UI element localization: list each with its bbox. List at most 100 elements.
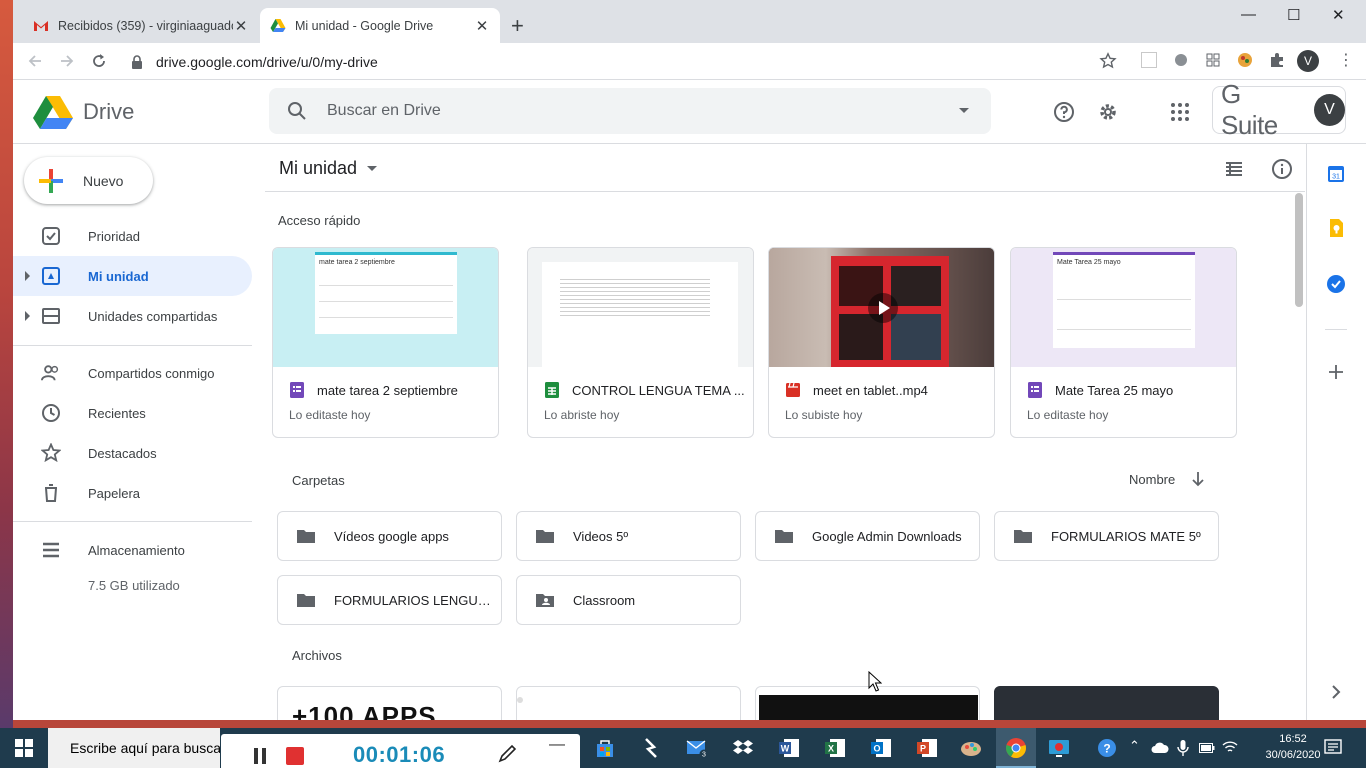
chevron-right-icon[interactable] [1326,682,1346,702]
folder-item[interactable]: Vídeos google apps [277,511,502,561]
close-tab-icon[interactable]: ✕ [233,17,249,35]
search-icon[interactable] [287,101,307,121]
excel-icon[interactable]: X [824,737,846,759]
forward-icon[interactable] [57,52,77,72]
help-icon[interactable] [1053,101,1075,123]
quick-access-card[interactable]: mate tarea 2 septiembre mate tarea 2 sep… [272,247,499,438]
extension-icon[interactable] [1141,52,1157,68]
word-icon[interactable]: W [778,737,800,759]
powerpoint-icon[interactable]: P [916,737,938,759]
nav-shared-drives[interactable]: Unidades compartidas [13,296,252,336]
battery-icon[interactable] [1199,743,1215,753]
paint-icon[interactable] [960,737,982,759]
close-window-icon[interactable]: ✕ [1332,6,1345,24]
gsuite-account-button[interactable]: G Suite V [1212,79,1346,140]
stop-record-icon[interactable] [286,747,304,765]
priority-icon [42,227,60,245]
expand-icon[interactable] [25,271,30,281]
cloud-icon[interactable] [1151,742,1169,754]
chrome-taskbar-button[interactable] [996,728,1036,768]
nav-shared-with-me[interactable]: Compartidos conmigo [13,353,252,393]
file-activity: Lo editaste hoy [289,408,371,422]
folder-item[interactable]: Google Admin Downloads [755,511,980,561]
keep-icon[interactable] [1326,218,1346,238]
file-name: meet en tablet..mp4 [813,382,928,398]
scrollbar[interactable] [1295,193,1303,307]
reload-icon[interactable] [89,52,109,72]
nav-label: Papelera [88,485,141,501]
account-avatar[interactable]: V [1313,94,1345,126]
maximize-icon[interactable]: ☐ [1287,6,1300,24]
list-view-icon[interactable] [1223,158,1245,180]
extension-icon[interactable] [1173,52,1189,68]
nav-storage[interactable]: Almacenamiento [13,530,252,570]
pen-icon[interactable] [497,744,517,764]
microphone-icon[interactable] [1177,739,1189,757]
minimize-recorder-icon[interactable]: — [549,736,565,754]
address-bar[interactable]: drive.google.com/drive/u/0/my-drive [121,47,1121,76]
search-input[interactable] [327,102,927,120]
play-icon[interactable] [867,292,899,324]
arrow-down-icon[interactable] [1191,471,1205,487]
dropbox-icon[interactable] [732,737,754,759]
new-tab-button[interactable]: + [511,13,524,39]
nav-my-drive[interactable]: Mi unidad [13,256,252,296]
info-icon[interactable] [1271,158,1293,180]
nav-trash[interactable]: Papelera [13,473,252,513]
drive-logo[interactable]: Drive [33,95,134,129]
outlook-icon[interactable]: O [870,737,892,759]
nav-priority[interactable]: Prioridad [13,216,252,256]
gear-icon[interactable] [1097,101,1119,123]
add-addon-icon[interactable] [1326,362,1346,382]
back-icon[interactable] [25,52,45,72]
extension-icon[interactable] [1237,52,1253,68]
taskbar-search[interactable]: Escribe aquí para buscar [48,728,220,768]
extension-grid-icon[interactable] [1205,52,1221,68]
new-button[interactable]: Nuevo [24,157,153,204]
folder-item[interactable]: FORMULARIOS LENGUA ... [277,575,502,625]
tab-gmail[interactable]: Recibidos (359) - virginiaaguado@ ✕ [23,8,259,43]
file-thumbnail: mate tarea 2 septiembre [273,248,498,367]
screen-recorder-icon[interactable] [1048,737,1070,759]
quick-access-card[interactable]: meet en tablet..mp4 Lo subiste hoy [768,247,995,438]
search-box[interactable] [269,88,991,134]
file-card[interactable]: +100 APPS [277,686,502,720]
calendar-icon[interactable]: 31 [1326,164,1346,184]
apps-grid-icon[interactable] [1169,101,1191,123]
mail-icon[interactable]: 3 [686,737,708,759]
help-tray-icon[interactable]: ? [1097,738,1117,758]
bookmark-star-icon[interactable] [1099,52,1117,70]
file-card[interactable] [994,686,1219,720]
plus-icon [39,168,63,193]
nav-recent[interactable]: Recientes [13,393,252,433]
minimize-icon[interactable]: — [1241,6,1256,23]
puzzle-icon[interactable] [1269,52,1285,68]
profile-avatar[interactable]: V [1297,50,1319,72]
breadcrumb[interactable]: Mi unidad [279,158,378,179]
quick-access-card[interactable]: CONTROL LENGUA TEMA ... Lo abriste hoy [527,247,754,438]
folder-item[interactable]: Classroom [516,575,741,625]
tab-drive[interactable]: Mi unidad - Google Drive ✕ [260,8,500,43]
file-card[interactable] [516,686,741,720]
windows-start-icon[interactable] [15,739,33,757]
expand-icon[interactable] [25,311,30,321]
sort-control[interactable]: Nombre [1129,471,1205,487]
pause-icon[interactable] [254,748,258,764]
system-clock[interactable]: 16:52 30/06/2020 [1265,731,1321,763]
tasks-icon[interactable] [1326,274,1346,294]
chevron-up-icon[interactable]: ⌃ [1129,738,1140,754]
close-tab-icon[interactable]: ✕ [474,17,490,35]
recording-timer: 00:01:06 [353,742,446,767]
folder-item[interactable]: FORMULARIOS MATE 5º [994,511,1219,561]
quick-access-card[interactable]: Mate Tarea 25 mayo Mate Tarea 25 mayo Lo… [1010,247,1237,438]
folder-icon [536,530,554,543]
nav-starred[interactable]: Destacados [13,433,252,473]
notifications-icon[interactable] [1324,738,1342,756]
app-icon[interactable] [640,737,662,759]
browser-menu-icon[interactable]: ⋮ [1338,50,1354,70]
wifi-icon[interactable] [1222,740,1238,754]
search-options-icon[interactable] [959,108,969,113]
store-icon[interactable] [594,737,616,759]
folder-item[interactable]: Videos 5º [516,511,741,561]
shared-folder-icon [536,594,554,607]
